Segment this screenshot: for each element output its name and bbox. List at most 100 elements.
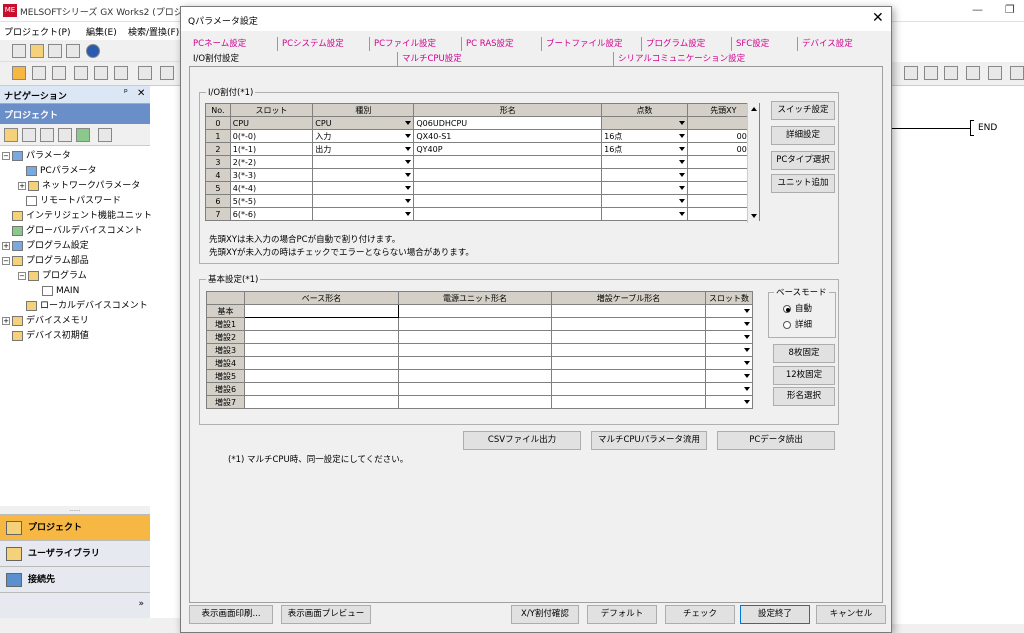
points-select[interactable] xyxy=(601,168,688,182)
io-table-scrollbar[interactable] xyxy=(747,103,759,223)
type-select[interactable]: CPU xyxy=(312,116,415,130)
nav-tab-project[interactable]: プロジェクト xyxy=(0,514,150,540)
collapse-icon[interactable]: − xyxy=(2,151,10,160)
multi-cpu-param-button[interactable]: マルチCPUパラメータ流用 xyxy=(591,431,707,450)
slot-count-select[interactable] xyxy=(705,330,753,344)
dropdown-arrow-icon[interactable] xyxy=(405,212,412,216)
slot-count-select[interactable] xyxy=(705,343,753,357)
menu-search[interactable]: 検索/置換(F) xyxy=(128,25,179,38)
cancel-button[interactable]: キャンセル xyxy=(816,605,886,624)
help-icon[interactable] xyxy=(86,44,100,58)
device-batch-icon[interactable] xyxy=(114,66,128,80)
switch-setting-button[interactable]: スイッチ設定 xyxy=(771,101,835,120)
collapse-icon[interactable]: − xyxy=(2,256,10,265)
tab-io-assignment[interactable]: I/O割付設定 xyxy=(189,52,239,66)
model-cell[interactable]: Q06UDHCPU xyxy=(413,116,603,130)
tab-sfc[interactable]: SFC設定 xyxy=(731,37,769,51)
base-model-cell[interactable] xyxy=(244,382,399,396)
project-view-icon[interactable] xyxy=(12,66,26,80)
tree-item-global-comment[interactable]: グローバルデバイスコメント xyxy=(12,224,143,239)
type-select[interactable]: 入力 xyxy=(312,129,415,143)
ladder-tool-icon[interactable] xyxy=(988,66,1002,80)
dropdown-arrow-icon[interactable] xyxy=(678,199,685,203)
pc-type-select-button[interactable]: PCタイプ選択 xyxy=(771,151,835,170)
points-select[interactable] xyxy=(601,181,688,195)
dropdown-arrow-icon[interactable] xyxy=(744,387,750,391)
finish-setting-button[interactable]: 設定終了 xyxy=(740,605,810,624)
slot-count-select[interactable] xyxy=(705,317,753,331)
points-select[interactable] xyxy=(601,194,688,208)
print-icon[interactable] xyxy=(66,44,80,58)
power-unit-cell[interactable] xyxy=(398,369,552,383)
device-dev-icon[interactable] xyxy=(94,66,108,80)
points-select[interactable]: 16点 xyxy=(601,129,688,143)
model-cell[interactable] xyxy=(413,194,603,208)
dropdown-arrow-icon[interactable] xyxy=(678,160,685,164)
tree-item-device-init[interactable]: デバイス初期値 xyxy=(12,329,89,344)
ladder-editor[interactable]: END xyxy=(890,86,1024,616)
restore-icon[interactable]: ❐ xyxy=(1005,3,1015,16)
base-model-cell[interactable] xyxy=(244,317,399,331)
slot-count-select[interactable] xyxy=(705,382,753,396)
properties-icon[interactable] xyxy=(22,128,36,142)
radio-unselected-icon[interactable] xyxy=(783,320,791,329)
base-model-cell[interactable] xyxy=(244,330,399,344)
tree-item-main[interactable]: MAIN xyxy=(42,284,79,299)
model-cell[interactable] xyxy=(413,207,603,221)
base-model-cell[interactable] xyxy=(244,304,399,318)
dropdown-arrow-icon[interactable] xyxy=(678,173,685,177)
power-unit-cell[interactable] xyxy=(398,317,552,331)
close-icon[interactable]: ✕ xyxy=(137,88,145,99)
base-model-cell[interactable] xyxy=(244,356,399,370)
model-select-button[interactable]: 形名選択 xyxy=(773,387,835,406)
power-unit-cell[interactable] xyxy=(398,382,552,396)
fixed-8-slot-button[interactable]: 8枚固定 xyxy=(773,344,835,363)
tree-item-device-memory[interactable]: + デバイスメモリ xyxy=(2,314,89,329)
refresh-icon[interactable] xyxy=(76,128,90,142)
unit-add-button[interactable]: ユニット追加 xyxy=(771,174,835,193)
default-button[interactable]: デフォルト xyxy=(587,605,657,624)
dropdown-arrow-icon[interactable] xyxy=(405,199,412,203)
base-model-cell[interactable] xyxy=(244,369,399,383)
slot-count-select[interactable] xyxy=(705,356,753,370)
dropdown-arrow-icon[interactable] xyxy=(744,400,750,404)
points-select[interactable] xyxy=(601,207,688,221)
dropdown-arrow-icon[interactable] xyxy=(405,160,412,164)
tree-item-pc-parameter[interactable]: PCパラメータ xyxy=(26,164,96,179)
ladder-tool-icon[interactable] xyxy=(966,66,980,80)
list-view-icon[interactable] xyxy=(32,66,46,80)
dropdown-arrow-icon[interactable] xyxy=(678,186,685,190)
expand-icon[interactable]: + xyxy=(2,316,10,325)
new-file-icon[interactable] xyxy=(12,44,26,58)
dropdown-arrow-icon[interactable] xyxy=(744,374,750,378)
dropdown-arrow-icon[interactable] xyxy=(405,147,412,151)
radio-selected-icon[interactable] xyxy=(783,304,791,313)
extension-cable-cell[interactable] xyxy=(551,343,706,357)
power-unit-cell[interactable] xyxy=(398,395,552,409)
points-select[interactable] xyxy=(601,116,688,130)
model-cell[interactable] xyxy=(413,155,603,169)
slot-count-select[interactable] xyxy=(705,395,753,409)
base-model-cell[interactable] xyxy=(244,343,399,357)
menu-edit[interactable]: 編集(E) xyxy=(86,25,117,38)
copy-icon[interactable] xyxy=(40,128,54,142)
type-select[interactable] xyxy=(312,155,415,169)
type-select[interactable] xyxy=(312,168,415,182)
print-preview-button[interactable]: 表示画面プレビュー xyxy=(281,605,371,624)
save-icon[interactable] xyxy=(48,44,62,58)
pin-icon[interactable]: ᵖ xyxy=(124,88,128,98)
window-icon[interactable] xyxy=(52,66,66,80)
nav-expand-button[interactable]: » xyxy=(0,592,150,618)
navigation-splitter[interactable]: ...... xyxy=(0,506,150,514)
minimize-icon[interactable]: — xyxy=(972,3,983,16)
csv-export-button[interactable]: CSVファイル出力 xyxy=(463,431,581,450)
dropdown-arrow-icon[interactable] xyxy=(744,361,750,365)
slot-count-select[interactable] xyxy=(705,304,753,318)
print-screen-button[interactable]: 表示画面印刷... xyxy=(189,605,273,624)
power-unit-cell[interactable] xyxy=(398,356,552,370)
collapse-icon[interactable]: − xyxy=(18,271,26,280)
check-button[interactable]: チェック xyxy=(665,605,735,624)
extension-cable-cell[interactable] xyxy=(551,356,706,370)
dropdown-arrow-icon[interactable] xyxy=(744,322,750,326)
tab-program[interactable]: プログラム設定 xyxy=(641,37,705,51)
